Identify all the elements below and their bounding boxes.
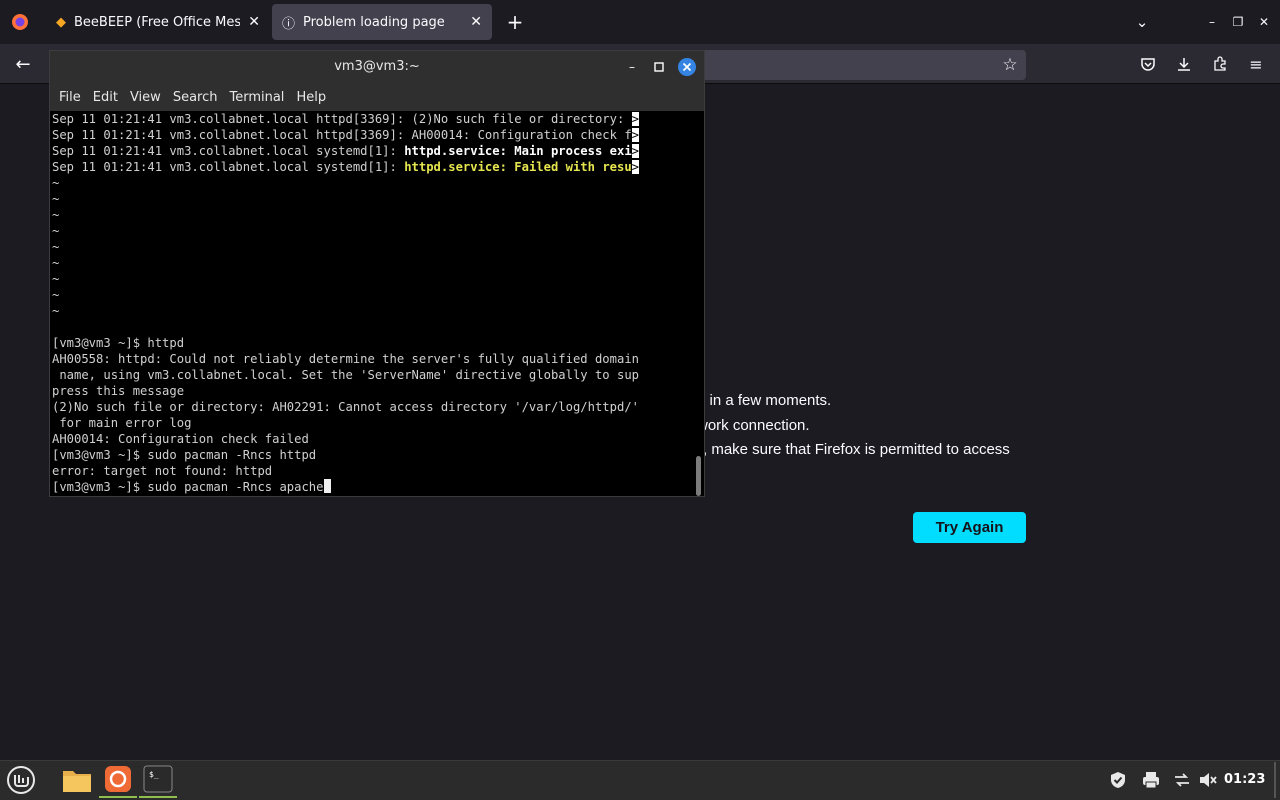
files-icon[interactable] [58, 762, 96, 798]
terminal-scrollbar[interactable] [696, 456, 701, 496]
new-tab-button[interactable]: + [502, 10, 528, 34]
tilde-line: ~ [52, 208, 60, 222]
menu-icon[interactable]: ≡ [1244, 52, 1268, 76]
error-text-line: , make sure that Firefox is permitted to… [703, 441, 1010, 458]
back-button[interactable]: ← [10, 52, 36, 76]
clock[interactable]: 01:23 [1224, 772, 1265, 787]
output-line: error: target not found: httpd [52, 464, 273, 478]
tilde-line: ~ [52, 192, 60, 206]
minimize-icon[interactable]: – [622, 57, 642, 77]
browser-tabbar: ◆ BeeBEEP (Free Office Mess ✕ ⓘ Problem … [0, 0, 1280, 44]
menu-file[interactable]: File [59, 90, 81, 105]
tilde-line: ~ [52, 272, 60, 286]
chevron-down-icon[interactable]: ⌄ [1130, 10, 1154, 34]
shield-icon[interactable] [1108, 770, 1128, 794]
extensions-icon[interactable] [1208, 52, 1232, 76]
error-text-line: work connection. [697, 417, 810, 434]
log-line: Sep 11 01:21:41 vm3.collabnet.local http… [52, 128, 640, 142]
terminal-window[interactable]: vm3@vm3:~ – File Edit View Search Termin… [49, 50, 705, 497]
error-text-line: n in a few moments. [697, 392, 832, 409]
menu-search[interactable]: Search [173, 90, 218, 105]
text-cursor [323, 479, 331, 493]
tab-problem-loading[interactable]: ⓘ Problem loading page ✕ [272, 4, 492, 40]
bookmark-star-icon[interactable]: ☆ [998, 53, 1022, 77]
show-desktop-button[interactable] [1274, 762, 1276, 798]
output-line: (2)No such file or directory: AH02291: C… [52, 400, 639, 414]
close-tab-icon[interactable]: ✕ [248, 14, 260, 30]
maximize-icon[interactable] [649, 57, 669, 77]
tilde-line: ~ [52, 304, 60, 318]
terminal-title: vm3@vm3:~ [334, 59, 420, 74]
output-line: name, using vm3.collabnet.local. Set the… [52, 368, 639, 382]
tilde-line: ~ [52, 224, 60, 238]
close-window-button[interactable]: ✕ [1254, 12, 1274, 32]
mint-menu-icon[interactable] [2, 762, 40, 798]
svg-text:$_: $_ [149, 770, 159, 779]
output-line: for main error log [52, 416, 192, 430]
tab-beebeep[interactable]: ◆ BeeBEEP (Free Office Mess ✕ [46, 4, 270, 40]
terminal-icon[interactable]: $_ [139, 762, 177, 798]
printer-icon[interactable] [1141, 770, 1161, 794]
firefox-icon[interactable] [10, 12, 30, 32]
terminal-menubar: File Edit View Search Terminal Help [50, 83, 704, 111]
beebeep-icon: ◆ [56, 14, 66, 30]
tilde-line: ~ [52, 176, 60, 190]
network-icon[interactable] [1172, 770, 1192, 794]
minimize-button[interactable]: – [1202, 12, 1222, 32]
firefox-taskbar-icon[interactable] [99, 762, 137, 798]
menu-view[interactable]: View [130, 90, 161, 105]
volume-muted-icon[interactable] [1198, 770, 1218, 794]
url-bar[interactable]: ☆ [690, 50, 1026, 80]
close-tab-icon[interactable]: ✕ [470, 14, 482, 30]
tilde-line: ~ [52, 240, 60, 254]
maximize-button[interactable]: ❐ [1228, 12, 1248, 32]
tab-title: Problem loading page [303, 14, 445, 30]
close-icon[interactable] [677, 57, 697, 77]
menu-help[interactable]: Help [296, 90, 326, 105]
save-to-pocket-icon[interactable] [1136, 52, 1160, 76]
output-line: AH00014: Configuration check failed [52, 432, 309, 446]
try-again-button[interactable]: Try Again [913, 512, 1026, 543]
taskbar [0, 760, 1280, 800]
command-line[interactable]: [vm3@vm3 ~]$ sudo pacman -Rncs apache [52, 479, 331, 495]
menu-edit[interactable]: Edit [93, 90, 118, 105]
tab-title: BeeBEEP (Free Office Mess [74, 14, 241, 30]
tilde-line: ~ [52, 256, 60, 270]
downloads-icon[interactable] [1172, 52, 1196, 76]
menu-terminal[interactable]: Terminal [229, 90, 284, 105]
log-line: Sep 11 01:21:41 vm3.collabnet.local syst… [52, 144, 640, 158]
terminal-titlebar[interactable]: vm3@vm3:~ – [50, 51, 704, 83]
info-icon: ⓘ [282, 16, 296, 32]
output-line: [vm3@vm3 ~]$ sudo pacman -Rncs httpd [52, 448, 317, 462]
output-line: press this message [52, 384, 185, 398]
log-line: Sep 11 01:21:41 vm3.collabnet.local syst… [52, 160, 640, 174]
tilde-line: ~ [52, 288, 60, 302]
output-line: [vm3@vm3 ~]$ httpd [52, 336, 185, 350]
log-line: Sep 11 01:21:41 vm3.collabnet.local http… [52, 112, 640, 126]
terminal-output[interactable]: Sep 11 01:21:41 vm3.collabnet.local http… [52, 111, 692, 496]
output-line: AH00558: httpd: Could not reliably deter… [52, 352, 639, 366]
